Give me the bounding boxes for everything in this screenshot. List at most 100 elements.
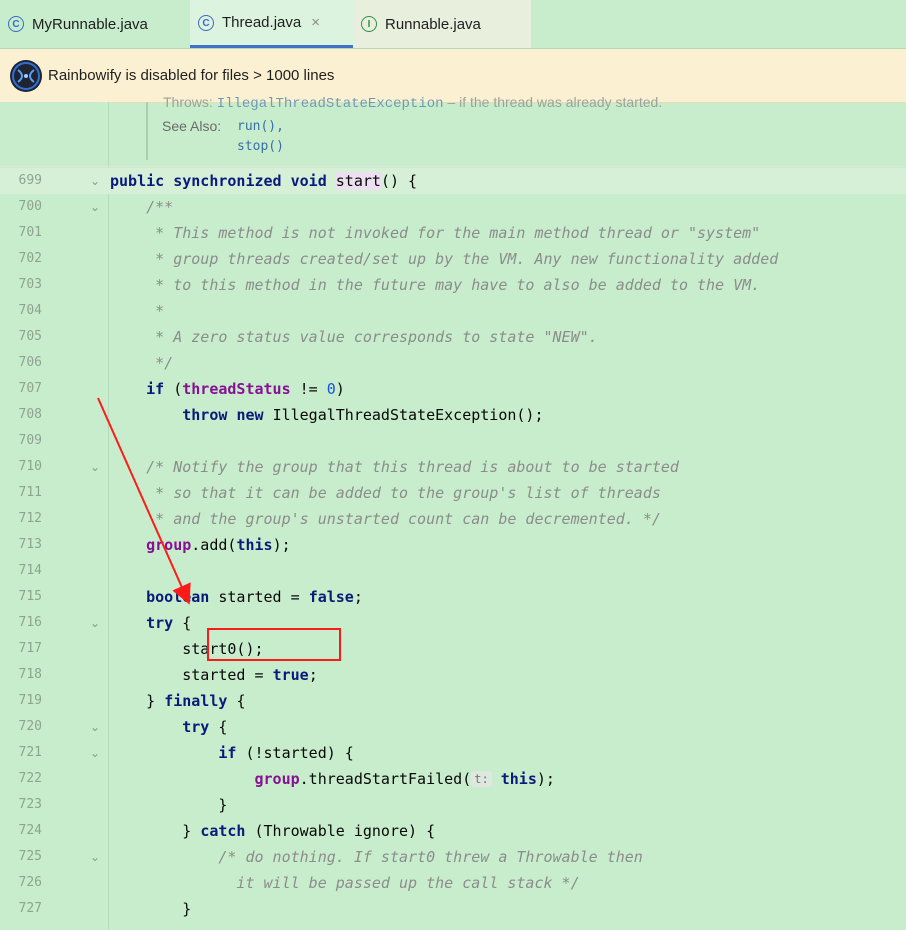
line-number: 716 — [18, 615, 42, 630]
code-line[interactable]: 718 started = true; — [0, 662, 906, 688]
code-line[interactable]: 716 ⌄ try { — [0, 610, 906, 636]
code-text: if (!started) { — [218, 744, 354, 762]
code-line[interactable]: 707 if (threadStatus != 0) — [0, 376, 906, 402]
line-number: 702 — [18, 251, 42, 266]
code-text: * so that it can be added to the group's… — [110, 484, 661, 502]
line-number: 711 — [18, 485, 42, 500]
code-text: /* Notify the group that this thread is … — [110, 458, 679, 476]
code-line[interactable]: 712 * and the group's unstarted count ca… — [0, 506, 906, 532]
code-text: * This method is not invoked for the mai… — [110, 224, 761, 242]
see-also-link-stop[interactable]: stop() — [237, 139, 284, 154]
editor-tab-bar: C MyRunnable.java C Thread.java × I Runn… — [0, 0, 906, 49]
line-number: 707 — [18, 381, 42, 396]
banner-text: Rainbowify is disabled for files > 1000 … — [48, 67, 335, 84]
code-text: } catch (Throwable ignore) { — [110, 822, 436, 840]
code-text: * to this method in the future may have … — [110, 276, 761, 294]
line-number: 701 — [18, 225, 42, 240]
code-text: boolean started = false; — [146, 588, 363, 606]
line-number: 721 — [18, 745, 42, 760]
javadoc-bar — [146, 102, 148, 160]
code-text: * — [110, 302, 165, 320]
code-line[interactable]: 727 } — [0, 896, 906, 922]
code-text: * and the group's unstarted count can be… — [110, 510, 661, 528]
code-line[interactable]: 706 */ — [0, 350, 906, 376]
code-text: * A zero status value corresponds to sta… — [110, 328, 598, 346]
line-number: 714 — [18, 563, 42, 578]
class-icon: C — [198, 14, 214, 31]
code-line[interactable]: 703 * to this method in the future may h… — [0, 272, 906, 298]
code-text: try { — [146, 614, 192, 632]
fold-chevron-icon[interactable]: ⌄ — [90, 740, 100, 766]
code-line[interactable]: 721 ⌄ if (!started) { — [0, 740, 906, 766]
code-line[interactable]: 709 — [0, 428, 906, 454]
fold-chevron-icon[interactable]: ⌄ — [90, 194, 100, 220]
code-text: start0(); — [110, 640, 264, 658]
code-text: it will be passed up the call stack */ — [110, 874, 580, 892]
code-text: if (threadStatus != 0) — [146, 380, 345, 398]
rainbowify-logo-icon — [10, 59, 42, 92]
code-text: started = true; — [110, 666, 318, 684]
line-number: 704 — [18, 303, 42, 318]
code-line[interactable]: 704 * — [0, 298, 906, 324]
code-text: public synchronized void start() { — [110, 172, 418, 190]
code-text: group.add(this); — [146, 536, 291, 554]
code-line[interactable]: 722 group.threadStartFailed(t: this); — [0, 766, 906, 792]
code-line[interactable]: 708 throw new IllegalThreadStateExceptio… — [0, 402, 906, 428]
code-line[interactable]: 719 } finally { — [0, 688, 906, 714]
code-line[interactable]: 714 — [0, 558, 906, 584]
code-line[interactable]: 713 group.add(this); — [0, 532, 906, 558]
code-text: try { — [182, 718, 228, 736]
code-line[interactable]: 717 start0(); — [0, 636, 906, 662]
code-text: throw new IllegalThreadStateException(); — [182, 406, 544, 424]
line-number: 724 — [18, 823, 42, 838]
code-text: } finally { — [110, 692, 246, 710]
code-line[interactable]: 702 * group threads created/set up by th… — [0, 246, 906, 272]
code-line[interactable]: 705 * A zero status value corresponds to… — [0, 324, 906, 350]
line-number: 703 — [18, 277, 42, 292]
code-line[interactable]: 701 * This method is not invoked for the… — [0, 220, 906, 246]
code-text: */ — [110, 354, 174, 372]
tab-thread[interactable]: C Thread.java × — [190, 0, 353, 48]
code-text: } — [110, 900, 192, 918]
fold-chevron-icon[interactable]: ⌄ — [90, 714, 100, 740]
line-number: 706 — [18, 355, 42, 370]
code-line[interactable]: 700 ⌄ /** — [0, 194, 906, 220]
line-number: 715 — [18, 589, 42, 604]
tab-label: MyRunnable.java — [32, 15, 148, 33]
code-line[interactable]: 725 ⌄ /* do nothing. If start0 threw a Th… — [0, 844, 906, 870]
close-icon[interactable]: × — [311, 14, 320, 31]
line-number: 708 — [18, 407, 42, 422]
line-number: 700 — [18, 199, 42, 214]
tab-runnable[interactable]: I Runnable.java — [353, 0, 531, 48]
fold-chevron-icon[interactable]: ⌄ — [90, 454, 100, 480]
see-also-label: See Also: — [162, 118, 222, 134]
throws-label: Throws: — [163, 94, 213, 110]
line-number: 723 — [18, 797, 42, 812]
code-text: * group threads created/set up by the VM… — [110, 250, 779, 268]
code-line[interactable]: 724 } catch (Throwable ignore) { — [0, 818, 906, 844]
line-number: 725 — [18, 849, 42, 864]
fold-chevron-icon[interactable]: ⌄ — [90, 168, 100, 194]
line-number: 719 — [18, 693, 42, 708]
line-number: 727 — [18, 901, 42, 916]
code-line[interactable]: 723 } — [0, 792, 906, 818]
line-number: 713 — [18, 537, 42, 552]
code-line[interactable]: 720 ⌄ try { — [0, 714, 906, 740]
code-line[interactable]: 715 boolean started = false; — [0, 584, 906, 610]
fold-chevron-icon[interactable]: ⌄ — [90, 610, 100, 636]
throws-exception[interactable]: IllegalThreadStateException — [217, 96, 444, 112]
javadoc-throws-line: Throws: IllegalThreadStateException – if… — [163, 94, 662, 112]
tab-myrunnable[interactable]: C MyRunnable.java — [0, 0, 190, 48]
code-text: group.threadStartFailed(t: this); — [254, 770, 555, 788]
code-line[interactable]: 710 ⌄ /* Notify the group that this threa… — [0, 454, 906, 480]
code-line[interactable]: 699 ⌄ public synchronized void start() { — [0, 168, 906, 194]
code-line[interactable]: 726 it will be passed up the call stack … — [0, 870, 906, 896]
line-number: 720 — [18, 719, 42, 734]
line-number: 718 — [18, 667, 42, 682]
tab-label: Thread.java — [222, 14, 302, 31]
see-also-link-run[interactable]: run(), — [237, 119, 284, 134]
code-line[interactable]: 711 * so that it can be added to the gro… — [0, 480, 906, 506]
interface-icon: I — [361, 16, 377, 32]
code-text: } — [110, 796, 228, 814]
fold-chevron-icon[interactable]: ⌄ — [90, 844, 100, 870]
